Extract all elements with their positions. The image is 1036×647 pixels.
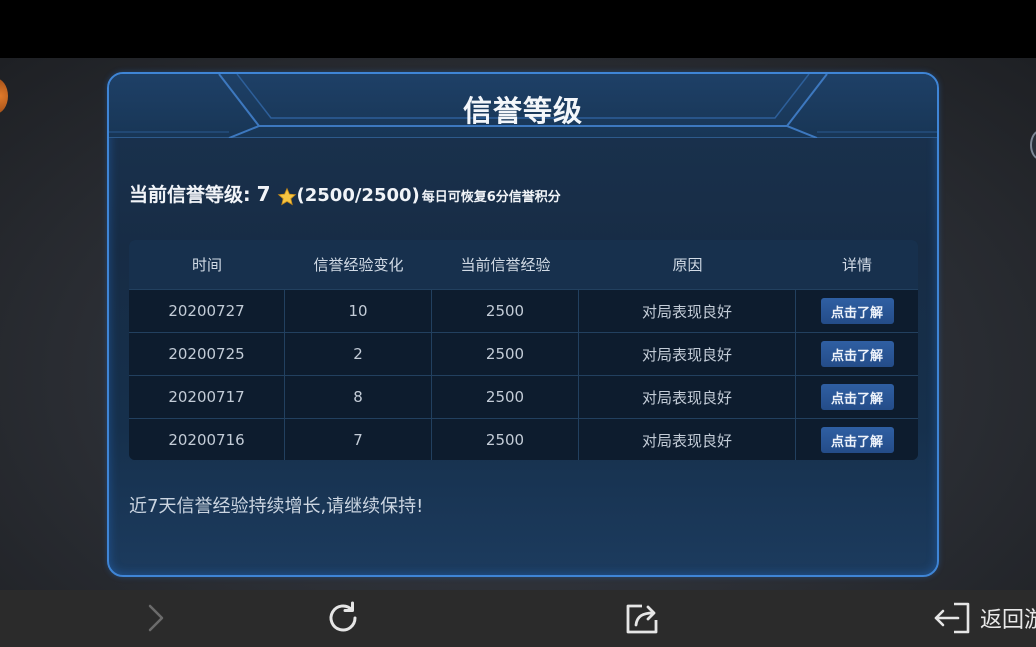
table-header: 时间 信誉经验变化 当前信誉经验 原因 详情 (129, 240, 918, 289)
header-current: 当前信誉经验 (460, 256, 551, 274)
detail-button[interactable]: 点击了解 (820, 341, 894, 367)
share-icon (626, 604, 658, 634)
side-button-icon[interactable] (1030, 130, 1036, 160)
cell-change: 2 (285, 333, 432, 375)
credit-progress: (2500/2500) (296, 185, 420, 206)
credit-level-label: 当前信誉等级: (129, 184, 251, 206)
cell-current: 2500 (432, 419, 579, 460)
cell-change: 10 (285, 290, 432, 332)
cell-date: 20200716 (129, 419, 285, 460)
cell-current: 2500 (432, 333, 579, 375)
panel-title: 信誉等级 (462, 94, 583, 128)
cell-detail: 点击了解 (796, 333, 918, 375)
exit-icon (934, 602, 970, 634)
cell-detail: 点击了解 (796, 376, 918, 418)
cell-detail: 点击了解 (796, 290, 918, 332)
credit-level-line: 当前信誉等级: 7 (2500/2500) 每日可恢复6分信誉积分 (129, 180, 561, 214)
credit-level-panel: 信誉等级 当前信誉等级: 7 (2500/2500) 每日可恢复6分信誉积分 时… (107, 72, 939, 577)
share-button[interactable] (622, 600, 662, 636)
cell-reason: 对局表现良好 (579, 376, 796, 418)
table-row: 20200725 2 2500 对局表现良好 点击了解 (129, 332, 918, 375)
credit-level-value: 7 (256, 182, 271, 206)
browser-bottom-bar: 返回游 (0, 590, 1036, 647)
top-black-bar (0, 0, 1036, 58)
credit-recovery-note: 每日可恢复6分信誉积分 (421, 190, 561, 205)
cell-current: 2500 (432, 290, 579, 332)
cell-reason: 对局表现良好 (579, 290, 796, 332)
cell-detail: 点击了解 (796, 419, 918, 460)
panel-header: 信誉等级 (109, 74, 937, 138)
footer-message: 近7天信誉经验持续增长,请继续保持! (129, 496, 424, 517)
table-row: 20200727 10 2500 对局表现良好 点击了解 (129, 289, 918, 332)
header-change: 信誉经验变化 (313, 256, 404, 274)
cell-date: 20200717 (129, 376, 285, 418)
cell-change: 7 (285, 419, 432, 460)
header-reason: 原因 (672, 256, 703, 274)
cell-current: 2500 (432, 376, 579, 418)
credit-history-table: 时间 信誉经验变化 当前信誉经验 原因 详情 20200727 10 2500 … (129, 240, 918, 460)
cell-reason: 对局表现良好 (579, 419, 796, 460)
cell-date: 20200727 (129, 290, 285, 332)
header-date: 时间 (191, 256, 222, 274)
table-row: 20200717 8 2500 对局表现良好 点击了解 (129, 375, 918, 418)
orange-orb-icon (0, 78, 8, 114)
star-icon (277, 187, 296, 206)
back-to-game-button[interactable]: 返回游 (932, 600, 1036, 636)
detail-button[interactable]: 点击了解 (820, 384, 894, 410)
cell-change: 8 (285, 376, 432, 418)
detail-button[interactable]: 点击了解 (820, 298, 894, 324)
forward-button[interactable] (144, 600, 168, 636)
detail-button[interactable]: 点击了解 (820, 427, 894, 453)
header-detail: 详情 (841, 256, 872, 274)
refresh-icon (329, 601, 357, 632)
back-to-game-label: 返回游 (980, 608, 1036, 633)
cell-reason: 对局表现良好 (579, 333, 796, 375)
table-row: 20200716 7 2500 对局表现良好 点击了解 (129, 418, 918, 460)
refresh-button[interactable] (323, 600, 363, 636)
cell-date: 20200725 (129, 333, 285, 375)
chevron-right-icon (148, 604, 164, 632)
